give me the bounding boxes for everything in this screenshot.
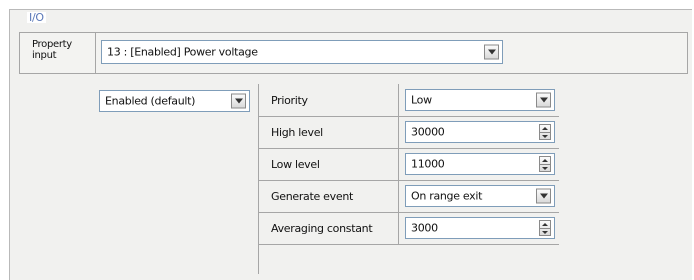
state-value: Enabled (default) bbox=[105, 94, 196, 108]
property-input-value: 13 : [Enabled] Power voltage bbox=[107, 45, 258, 59]
divider bbox=[95, 33, 96, 73]
property-value: Low bbox=[411, 93, 432, 107]
property-row-low-level: Low level 11000 bbox=[259, 148, 559, 181]
divider bbox=[398, 212, 399, 244]
properties-grid: Priority Low High level 30000 Low level … bbox=[258, 84, 694, 274]
property-label: Averaging constant bbox=[271, 222, 373, 235]
divider bbox=[398, 84, 399, 116]
chevron-down-icon[interactable] bbox=[536, 188, 551, 204]
property-value: 3000 bbox=[411, 221, 438, 235]
divider bbox=[398, 180, 399, 212]
property-label: Low level bbox=[271, 158, 320, 171]
property-label: High level bbox=[271, 126, 323, 139]
divider bbox=[398, 148, 399, 180]
property-input-dropdown[interactable]: 13 : [Enabled] Power voltage bbox=[101, 40, 503, 64]
high-level-spinner[interactable]: 30000 bbox=[405, 121, 555, 143]
property-input-label: Property input bbox=[32, 39, 72, 61]
spinner-arrows-icon[interactable] bbox=[539, 124, 551, 140]
chevron-down-icon[interactable] bbox=[536, 92, 551, 108]
property-row-averaging-constant: Averaging constant 3000 bbox=[259, 212, 559, 245]
property-row-priority: Priority Low bbox=[259, 84, 559, 117]
group-title: I/O bbox=[27, 11, 46, 24]
property-value: On range exit bbox=[411, 189, 483, 203]
chevron-down-icon[interactable] bbox=[231, 93, 246, 109]
property-value: 30000 bbox=[411, 125, 445, 139]
state-dropdown[interactable]: Enabled (default) bbox=[99, 90, 250, 112]
property-label: Generate event bbox=[271, 190, 354, 203]
property-input-row: Property input 13 : [Enabled] Power volt… bbox=[19, 32, 688, 74]
chevron-down-icon[interactable] bbox=[484, 44, 499, 60]
spinner-arrows-icon[interactable] bbox=[539, 156, 551, 172]
low-level-spinner[interactable]: 11000 bbox=[405, 153, 555, 175]
generate-event-dropdown[interactable]: On range exit bbox=[405, 185, 555, 207]
spinner-arrows-icon[interactable] bbox=[539, 220, 551, 236]
averaging-constant-spinner[interactable]: 3000 bbox=[405, 217, 555, 239]
property-value: 11000 bbox=[411, 157, 445, 171]
property-row-generate-event: Generate event On range exit bbox=[259, 180, 559, 213]
property-row-high-level: High level 30000 bbox=[259, 116, 559, 149]
priority-dropdown[interactable]: Low bbox=[405, 89, 555, 111]
divider bbox=[398, 116, 399, 148]
property-label: Priority bbox=[271, 94, 308, 107]
